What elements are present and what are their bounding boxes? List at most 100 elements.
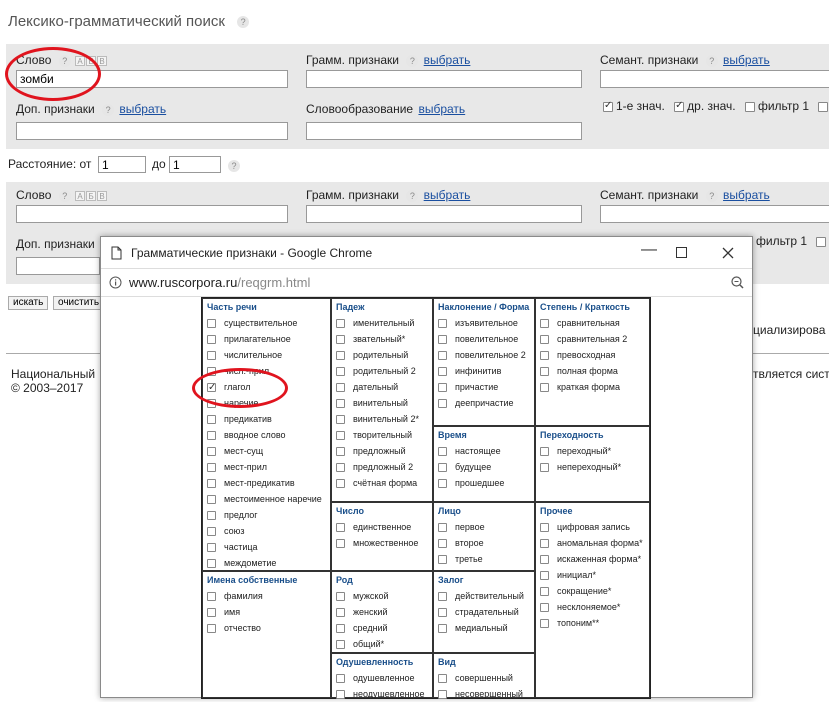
grammar-option[interactable]: инициал*: [540, 567, 645, 583]
grammar-checkbox[interactable]: [540, 618, 549, 628]
grammar-option[interactable]: родительный: [336, 347, 428, 363]
other-meaning-checkbox[interactable]: [674, 100, 685, 112]
grammar-option[interactable]: фамилия: [207, 588, 326, 604]
url-text[interactable]: www.ruscorpora.ru/reqgrm.html: [129, 275, 310, 290]
dop-input-1[interactable]: [16, 122, 288, 140]
grammar-option[interactable]: одушевленное: [336, 670, 428, 686]
grammar-option[interactable]: настоящее: [438, 443, 530, 459]
grammar-checkbox[interactable]: [540, 602, 549, 612]
grammar-checkbox[interactable]: [336, 607, 345, 617]
grammar-checkbox[interactable]: [207, 591, 216, 601]
help-icon[interactable]: ?: [705, 189, 718, 202]
grammar-checkbox[interactable]: [336, 350, 345, 360]
help-icon[interactable]: ?: [102, 103, 115, 116]
grammar-option[interactable]: вводное слово: [207, 427, 326, 443]
semant-select-link[interactable]: выбрать: [723, 188, 770, 202]
help-icon[interactable]: ?: [237, 16, 250, 29]
grammar-checkbox[interactable]: [438, 478, 447, 488]
grammar-option[interactable]: мест-предикатив: [207, 475, 326, 491]
grammar-option[interactable]: мужской: [336, 588, 428, 604]
grammar-option[interactable]: второе: [438, 535, 530, 551]
grammar-option[interactable]: частица: [207, 539, 326, 555]
grammar-checkbox[interactable]: [336, 639, 345, 649]
help-icon[interactable]: ?: [406, 54, 419, 67]
grammar-option[interactable]: междометие: [207, 555, 326, 571]
gramm-select-link[interactable]: выбрать: [424, 53, 471, 67]
grammar-option[interactable]: искаженная форма*: [540, 551, 645, 567]
grammar-checkbox[interactable]: [438, 554, 447, 564]
grammar-option[interactable]: несовершенный: [438, 686, 530, 702]
grammar-checkbox[interactable]: [540, 350, 549, 360]
grammar-checkbox[interactable]: [207, 542, 216, 552]
grammar-option[interactable]: действительный: [438, 588, 530, 604]
grammar-checkbox[interactable]: [540, 538, 549, 548]
distance-from-input[interactable]: [98, 156, 146, 173]
grammar-option[interactable]: отчество: [207, 620, 326, 636]
grammar-option[interactable]: повелительное: [438, 331, 530, 347]
word-input-2[interactable]: [16, 205, 288, 223]
grammar-checkbox[interactable]: [336, 522, 345, 532]
grammar-option[interactable]: цифровая запись: [540, 519, 645, 535]
grammar-checkbox[interactable]: [336, 446, 345, 456]
grammar-checkbox[interactable]: [207, 414, 216, 424]
grammar-checkbox[interactable]: [336, 462, 345, 472]
grammar-checkbox[interactable]: [207, 510, 216, 520]
grammar-checkbox[interactable]: [438, 446, 447, 456]
grammar-option[interactable]: именительный: [336, 315, 428, 331]
grammar-option[interactable]: страдательный: [438, 604, 530, 620]
grammar-checkbox[interactable]: [540, 382, 549, 392]
grammar-option[interactable]: прошедшее: [438, 475, 530, 491]
grammar-checkbox[interactable]: [438, 350, 447, 360]
grammar-option[interactable]: совершенный: [438, 670, 530, 686]
grammar-checkbox[interactable]: [336, 382, 345, 392]
grammar-option[interactable]: местоименное наречие: [207, 491, 326, 507]
grammar-checkbox[interactable]: [207, 558, 216, 568]
grammar-option[interactable]: инфинитив: [438, 363, 530, 379]
grammar-option[interactable]: винительный 2*: [336, 411, 428, 427]
grammar-option[interactable]: сравнительная 2: [540, 331, 645, 347]
dop-input-2[interactable]: [16, 257, 100, 275]
help-icon[interactable]: ?: [58, 189, 71, 202]
grammar-checkbox[interactable]: [336, 414, 345, 424]
close-icon[interactable]: [722, 247, 734, 259]
grammar-option[interactable]: звательный*: [336, 331, 428, 347]
grammar-option[interactable]: имя: [207, 604, 326, 620]
grammar-option[interactable]: повелительное 2: [438, 347, 530, 363]
grammar-checkbox[interactable]: [336, 623, 345, 633]
grammar-option[interactable]: единственное: [336, 519, 428, 535]
grammar-checkbox[interactable]: [438, 366, 447, 376]
grammar-checkbox[interactable]: [540, 334, 549, 344]
grammar-checkbox[interactable]: [438, 522, 447, 532]
grammar-checkbox[interactable]: [438, 689, 447, 699]
grammar-checkbox[interactable]: [207, 607, 216, 617]
grammar-checkbox[interactable]: [540, 446, 549, 456]
grammar-checkbox[interactable]: [540, 586, 549, 596]
gramm-input-2[interactable]: [306, 205, 582, 223]
help-icon[interactable]: ?: [705, 54, 718, 67]
grammar-option[interactable]: предложный: [336, 443, 428, 459]
help-icon[interactable]: ?: [406, 189, 419, 202]
extra-checkbox[interactable]: [816, 236, 827, 247]
grammar-checkbox[interactable]: [540, 366, 549, 376]
grammar-option[interactable]: будущее: [438, 459, 530, 475]
keyboard-key-v[interactable]: В: [97, 190, 108, 201]
grammar-checkbox[interactable]: [438, 318, 447, 328]
grammar-checkbox[interactable]: [438, 591, 447, 601]
keyboard-key-b[interactable]: Б: [86, 190, 97, 201]
minimize-icon[interactable]: —: [641, 241, 657, 259]
grammar-option[interactable]: превосходная: [540, 347, 645, 363]
grammar-checkbox[interactable]: [438, 673, 447, 683]
grammar-option[interactable]: полная форма: [540, 363, 645, 379]
grammar-checkbox[interactable]: [438, 382, 447, 392]
distance-to-input[interactable]: [169, 156, 221, 173]
grammar-checkbox[interactable]: [540, 462, 549, 472]
search-button[interactable]: искать: [8, 296, 49, 310]
grammar-option[interactable]: прилагательное: [207, 331, 326, 347]
grammar-option[interactable]: сравнительная: [540, 315, 645, 331]
grammar-option[interactable]: неодушевленное: [336, 686, 428, 702]
grammar-option[interactable]: предложный 2: [336, 459, 428, 475]
gramm-input-1[interactable]: [306, 70, 582, 88]
grammar-checkbox[interactable]: [207, 623, 216, 633]
grammar-option[interactable]: изъявительное: [438, 315, 530, 331]
grammar-checkbox[interactable]: [336, 591, 345, 601]
